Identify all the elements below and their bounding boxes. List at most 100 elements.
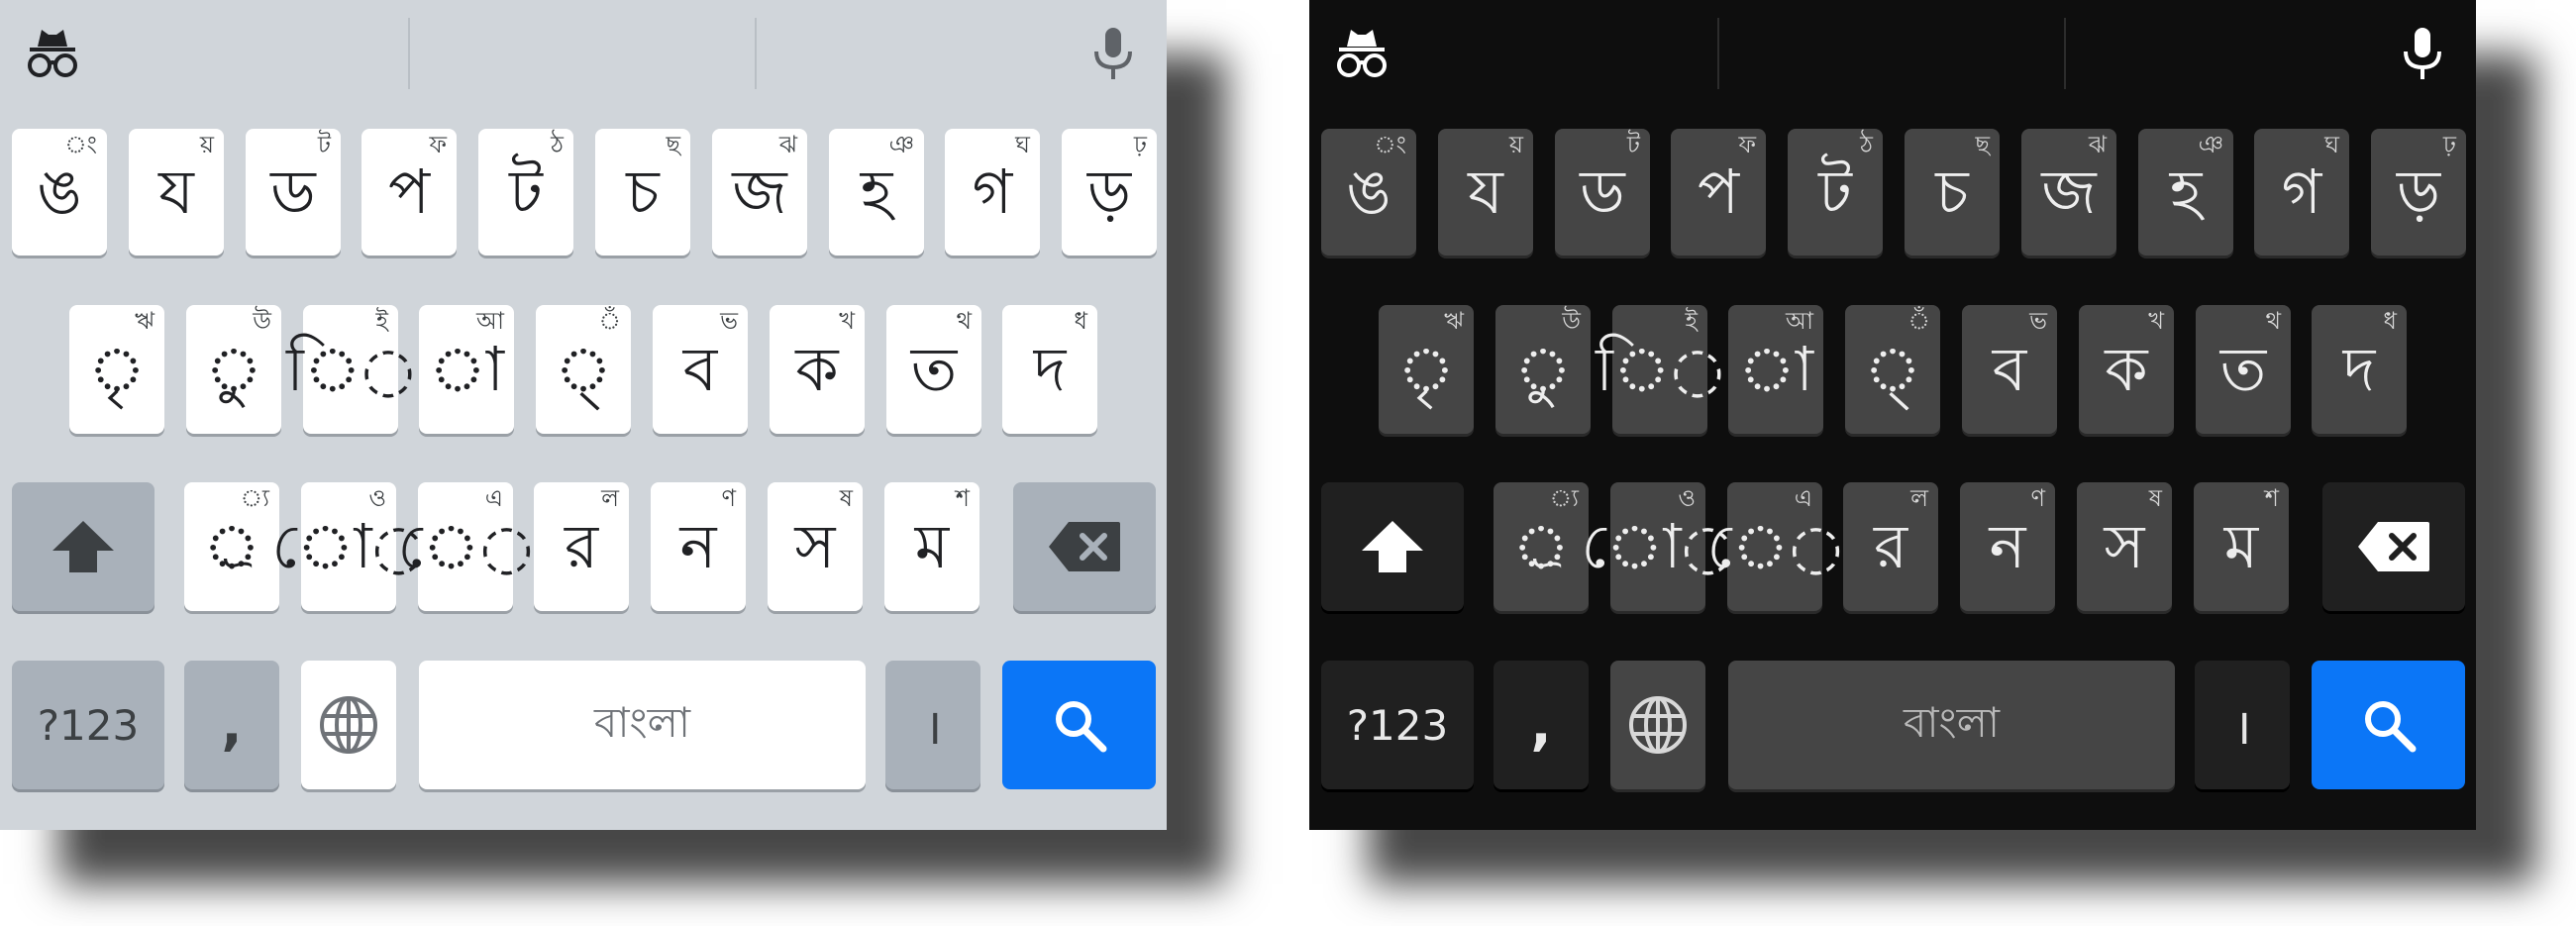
letter-key[interactable]: য য়	[129, 129, 224, 256]
letter-key[interactable]: চছ	[595, 129, 690, 256]
key-hint-glyph: উ	[253, 307, 271, 335]
letter-key[interactable]: গঘ	[945, 129, 1040, 256]
letter-key[interactable]: ◌ু উ	[1495, 305, 1591, 434]
shift-key[interactable]	[1321, 482, 1464, 611]
letter-key[interactable]: দধ	[1002, 305, 1097, 434]
symbols-key[interactable]: ?123	[12, 661, 164, 789]
letter-key[interactable]: মশ	[2194, 482, 2289, 611]
letter-key[interactable]: ড় ঢ়	[2371, 129, 2466, 256]
key-hint-glyph: ঝ	[778, 131, 797, 158]
key-main-glyph: জ	[2041, 155, 2097, 228]
key-hint-glyph: ভ	[2029, 307, 2047, 335]
letter-key[interactable]: দধ	[2312, 305, 2407, 434]
letter-key[interactable]: ো◌ ও	[1581, 482, 1735, 611]
letter-key[interactable]: ঙং	[1321, 129, 1416, 256]
backspace-key[interactable]	[2322, 482, 2465, 611]
letter-key[interactable]: য য়	[1438, 129, 1533, 256]
key-hint-glyph: ◌ঁ	[1907, 307, 1930, 335]
letter-key[interactable]: বভ	[1962, 305, 2057, 434]
letter-key[interactable]: ◌া আ	[419, 305, 514, 434]
search-key[interactable]	[1002, 661, 1156, 789]
microphone-icon[interactable]	[2393, 24, 2452, 83]
letter-key[interactable]: রল	[534, 482, 629, 611]
danda-key[interactable]: ।	[885, 661, 980, 789]
language-switch-key[interactable]	[1610, 661, 1705, 789]
key-main-glyph: ঙ	[1346, 155, 1391, 228]
microphone-icon[interactable]	[1083, 24, 1143, 83]
shift-key[interactable]	[12, 482, 155, 611]
letter-key[interactable]: রল	[1843, 482, 1938, 611]
key-hint-glyph: ঢ়	[1133, 131, 1147, 158]
key-main-glyph: য	[1468, 155, 1503, 228]
letter-key[interactable]: পফ	[361, 129, 457, 256]
key-hint-glyph: ফ	[429, 131, 447, 158]
letter-key[interactable]: তথ	[886, 305, 981, 434]
letter-key[interactable]: ে◌ এ	[1706, 482, 1843, 611]
suggestion-toolbar	[0, 0, 1167, 107]
letter-key[interactable]: হঞ	[829, 129, 924, 256]
language-switch-key[interactable]	[301, 661, 396, 789]
key-hint-glyph: ঘ	[1015, 131, 1030, 158]
letter-key[interactable]: ◌া আ	[1728, 305, 1823, 434]
letter-key[interactable]: গঘ	[2254, 129, 2349, 256]
letter-key[interactable]: হঞ	[2138, 129, 2233, 256]
letter-key[interactable]: ি◌ ই	[286, 305, 415, 434]
letter-key[interactable]: ে◌ এ	[397, 482, 534, 611]
key-main-glyph: গ	[972, 155, 1013, 228]
comma-key[interactable]: ,	[184, 661, 279, 789]
letter-key[interactable]: ◌ৃ ঋ	[1379, 305, 1474, 434]
search-key[interactable]	[2312, 661, 2465, 789]
letter-key[interactable]: তথ	[2196, 305, 2291, 434]
letter-key[interactable]: টঠ	[478, 129, 573, 256]
letter-key[interactable]: মশ	[884, 482, 979, 611]
key-hint-glyph: থ	[2265, 307, 2281, 335]
key-main-glyph: র	[564, 510, 599, 582]
key-main-glyph: ক	[2105, 333, 2148, 405]
key-main-glyph: ড়	[2396, 155, 2441, 228]
letter-key[interactable]: ◌্ ◌ঁ	[1845, 305, 1940, 434]
letter-key[interactable]: ◌্ ◌ঁ	[536, 305, 631, 434]
letter-key[interactable]: কখ	[770, 305, 865, 434]
key-main-glyph: ◌্র	[202, 510, 261, 582]
comma-key[interactable]: ,	[1494, 661, 1589, 789]
backspace-icon	[2356, 520, 2431, 573]
backspace-key[interactable]	[1013, 482, 1156, 611]
letter-key[interactable]: ডট	[246, 129, 341, 256]
letter-key[interactable]: ি◌ ই	[1596, 305, 1724, 434]
letter-key[interactable]: ো◌ ও	[271, 482, 426, 611]
letter-key[interactable]: বভ	[653, 305, 748, 434]
key-hint-glyph: ◌ঁ	[598, 307, 621, 335]
letter-key[interactable]: ◌্র্য	[184, 482, 279, 611]
letter-key[interactable]: সষ	[2077, 482, 2172, 611]
comma-label: ,	[221, 692, 243, 758]
letter-key[interactable]: নণ	[651, 482, 746, 611]
letter-key[interactable]: ডট	[1555, 129, 1650, 256]
incognito-icon[interactable]	[1333, 26, 1391, 79]
incognito-icon[interactable]	[24, 26, 81, 79]
spacebar[interactable]: বাংলা	[419, 661, 866, 789]
letter-key[interactable]: ঙং	[12, 129, 107, 256]
letter-key[interactable]: কখ	[2079, 305, 2174, 434]
danda-key[interactable]: ।	[2195, 661, 2290, 789]
spacebar[interactable]: বাংলা	[1728, 661, 2175, 789]
letter-key[interactable]: ◌্র্য	[1494, 482, 1589, 611]
letter-key[interactable]: টঠ	[1788, 129, 1883, 256]
globe-icon	[318, 694, 379, 756]
letter-key[interactable]: পফ	[1671, 129, 1766, 256]
key-hint-glyph: ট	[317, 131, 331, 158]
letter-key[interactable]: ◌ৃ ঋ	[69, 305, 164, 434]
key-hint-glyph: ল	[1910, 484, 1928, 512]
key-main-glyph: ◌ু	[204, 333, 263, 405]
letter-key[interactable]: সষ	[768, 482, 863, 611]
letter-key[interactable]: জঝ	[712, 129, 807, 256]
key-hint-glyph: ঞ	[2198, 131, 2223, 158]
letter-key[interactable]: চছ	[1905, 129, 2000, 256]
key-main-glyph: ে◌	[397, 510, 534, 582]
key-hint-glyph: ণ	[721, 484, 736, 512]
letter-key[interactable]: ড় ঢ়	[1062, 129, 1157, 256]
letter-key[interactable]: নণ	[1960, 482, 2055, 611]
letter-key[interactable]: ◌ু উ	[186, 305, 281, 434]
shift-icon	[1358, 517, 1427, 576]
letter-key[interactable]: জঝ	[2021, 129, 2116, 256]
symbols-key[interactable]: ?123	[1321, 661, 1474, 789]
